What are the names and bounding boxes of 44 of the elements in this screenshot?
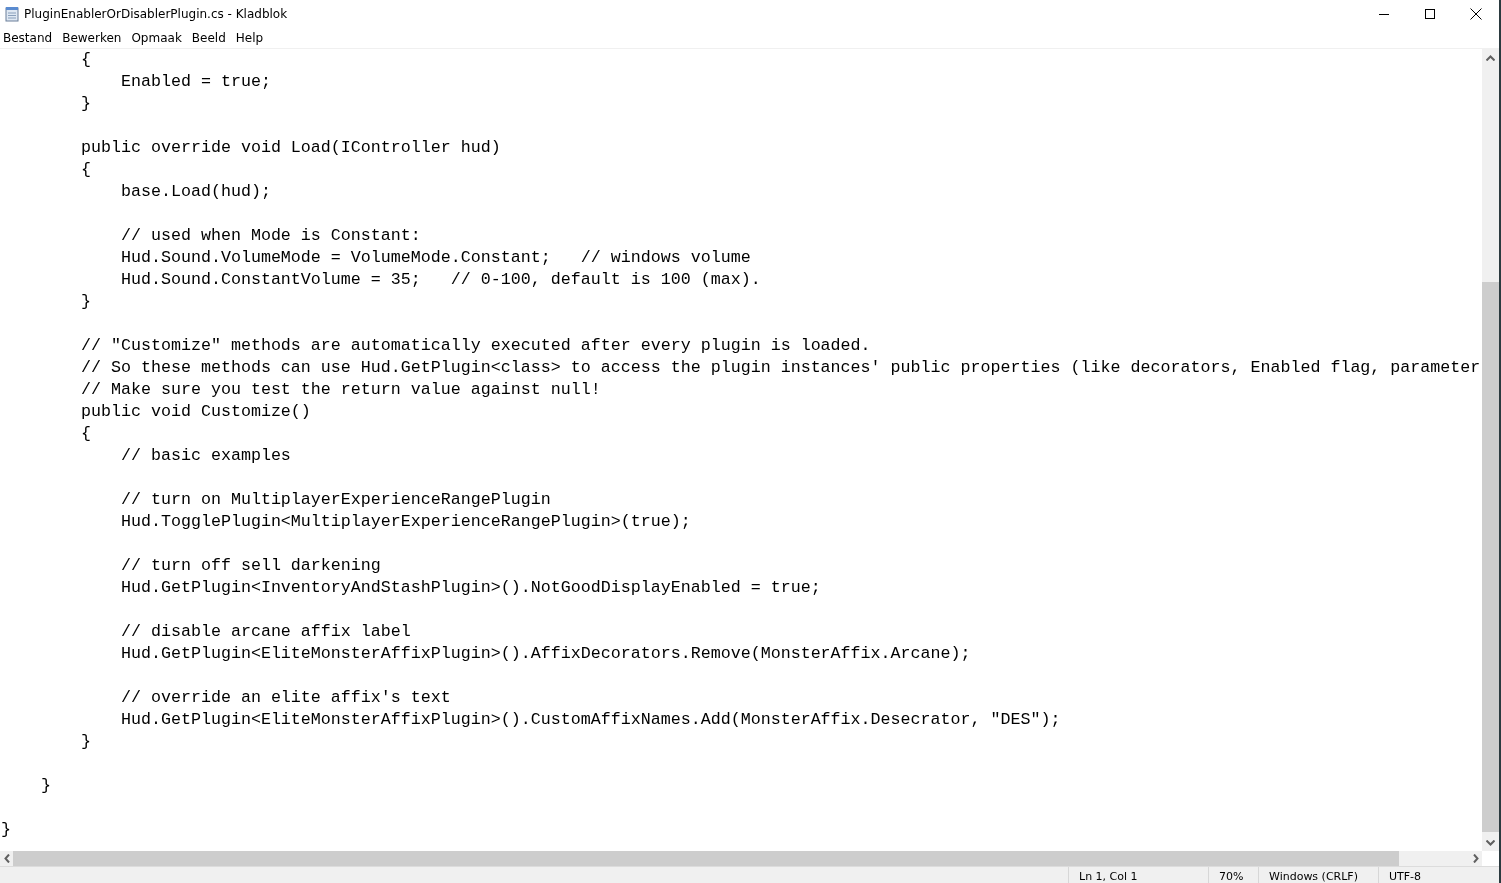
code-line: { <box>79 159 91 181</box>
notepad-icon <box>5 6 20 22</box>
status-text: Ln 1, Col 1 <box>1079 870 1138 883</box>
code-line: } <box>39 775 51 797</box>
code-line: Hud.GetPlugin<EliteMonsterAffixPlugin>().CustomAffixNames.Add(MonsterAffix.Desecrator, "DES"); <box>119 709 1061 731</box>
code-line: // used when Mode is Constant: <box>119 225 421 247</box>
code-line: Hud.TogglePlugin<MultiplayerExperienceRangePlugin>(true); <box>119 511 691 533</box>
code-line: { <box>79 49 91 71</box>
code-line: } <box>79 731 91 753</box>
maximize-icon[interactable] <box>1424 8 1436 20</box>
code-line: // turn on MultiplayerExperienceRangePlugin <box>119 489 551 511</box>
code-line: // override an elite affix's text <box>119 687 451 709</box>
code-line: Hud.GetPlugin<InventoryAndStashPlugin>().NotGoodDisplayEnabled = true; <box>119 577 821 599</box>
status-text: UTF-8 <box>1389 870 1422 883</box>
menu-item[interactable]: Beeld <box>188 31 229 45</box>
scroll-up-icon[interactable] <box>1486 54 1495 61</box>
menu-item[interactable]: Bewerken <box>59 31 125 45</box>
close-icon[interactable] <box>1470 8 1482 20</box>
code-line: { <box>79 423 91 445</box>
code-line: // Make sure you test the return value against null! <box>79 379 601 401</box>
code-line: // basic examples <box>119 445 291 467</box>
code-line: base.Load(hud); <box>119 181 271 203</box>
scroll-left-icon[interactable] <box>3 854 10 863</box>
status-text: 70% <box>1219 870 1244 883</box>
menu-item[interactable]: Help <box>232 31 267 45</box>
code-line: // disable arcane affix label <box>119 621 411 643</box>
menu-item[interactable]: Opmaak <box>128 31 185 45</box>
scroll-right-icon[interactable] <box>1472 854 1479 863</box>
code-line: Enabled = true; <box>119 71 271 93</box>
code-line: } <box>1 819 11 841</box>
code-line: // turn off sell darkening <box>119 555 381 577</box>
code-line: public void Customize() <box>79 401 311 423</box>
code-line: Hud.Sound.VolumeMode = VolumeMode.Constant; // windows volume <box>119 247 751 269</box>
code-line: public override void Load(IController hud) <box>79 137 501 159</box>
code-line: // So these methods can use Hud.GetPlugin<class> to access the plugin instances' public properties (like decorators, Enabled flag, parameter <box>79 357 1481 379</box>
code-line: Hud.GetPlugin<EliteMonsterAffixPlugin>().AffixDecorators.Remove(MonsterAffix.Arcane); <box>119 643 971 665</box>
scroll-down-icon[interactable] <box>1486 839 1495 846</box>
code-line: // "Customize" methods are automatically executed after every plugin is loaded. <box>79 335 871 357</box>
code-line: } <box>79 93 91 115</box>
status-text: Windows (CRLF) <box>1269 870 1358 883</box>
code-line: } <box>79 291 91 313</box>
window-title: PluginEnablerOrDisablerPlugin.cs - Kladblok <box>24 7 289 21</box>
code-line: Hud.Sound.ConstantVolume = 35; // 0-100, default is 100 (max). <box>119 269 761 291</box>
menu-item[interactable]: Bestand <box>0 31 56 45</box>
